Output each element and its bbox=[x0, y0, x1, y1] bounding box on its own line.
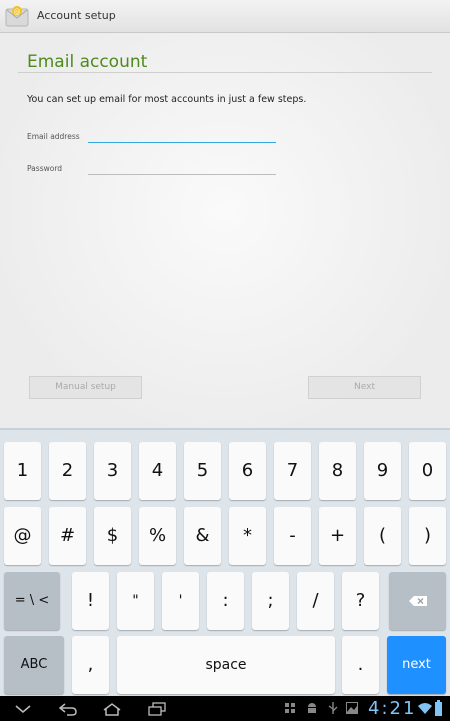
keyboard-hide-icon[interactable] bbox=[14, 704, 32, 714]
key-exclamation[interactable]: ! bbox=[72, 572, 109, 630]
email-app-icon[interactable]: @ bbox=[5, 5, 29, 27]
password-field[interactable] bbox=[88, 161, 276, 175]
key-9[interactable]: 9 bbox=[364, 442, 401, 500]
app-title: Account setup bbox=[37, 9, 116, 22]
back-icon[interactable] bbox=[57, 702, 79, 716]
key-0[interactable]: 0 bbox=[409, 442, 446, 500]
key-dollar[interactable]: $ bbox=[94, 507, 131, 565]
action-bar: @ Account setup bbox=[0, 0, 450, 33]
key-question[interactable]: ? bbox=[342, 572, 379, 630]
battery-icon bbox=[435, 700, 442, 716]
key-2[interactable]: 2 bbox=[49, 442, 86, 500]
key-asterisk[interactable]: * bbox=[229, 507, 266, 565]
key-slash[interactable]: / bbox=[297, 572, 334, 630]
manual-setup-button[interactable]: Manual setup bbox=[29, 376, 142, 399]
svg-text:@: @ bbox=[14, 8, 21, 16]
next-button[interactable]: Next bbox=[308, 376, 421, 399]
android-debug-icon bbox=[308, 703, 316, 713]
soft-keyboard: 1 2 3 4 5 6 7 8 9 0 @ # $ % & * - + ( ) … bbox=[0, 428, 450, 696]
alt-symbols-key[interactable]: = \ < bbox=[4, 572, 60, 630]
key-8[interactable]: 8 bbox=[319, 442, 356, 500]
key-minus[interactable]: - bbox=[274, 507, 311, 565]
recent-apps-icon[interactable] bbox=[147, 702, 167, 716]
email-field[interactable] bbox=[88, 129, 276, 143]
page-title: Email account bbox=[27, 52, 148, 72]
key-plus[interactable]: + bbox=[319, 507, 356, 565]
key-3[interactable]: 3 bbox=[94, 442, 131, 500]
key-7[interactable]: 7 bbox=[274, 442, 311, 500]
key-4[interactable]: 4 bbox=[139, 442, 176, 500]
key-open-paren[interactable]: ( bbox=[364, 507, 401, 565]
key-semicolon[interactable]: ; bbox=[252, 572, 289, 630]
key-apostrophe[interactable]: ' bbox=[162, 572, 199, 630]
key-1[interactable]: 1 bbox=[4, 442, 41, 500]
key-at[interactable]: @ bbox=[4, 507, 41, 565]
wifi-icon bbox=[418, 703, 432, 714]
key-percent[interactable]: % bbox=[139, 507, 176, 565]
key-ampersand[interactable]: & bbox=[184, 507, 221, 565]
system-nav-bar: 4:21 bbox=[0, 696, 450, 721]
status-clock: 4:21 bbox=[368, 698, 417, 719]
backspace-icon bbox=[408, 595, 427, 606]
space-key[interactable]: space bbox=[117, 636, 335, 694]
notification-grid-icon bbox=[285, 703, 295, 713]
heading-divider bbox=[18, 72, 432, 73]
key-5[interactable]: 5 bbox=[184, 442, 221, 500]
password-label: Password bbox=[27, 164, 63, 173]
image-notification-icon bbox=[346, 702, 358, 714]
key-close-paren[interactable]: ) bbox=[409, 507, 446, 565]
next-key[interactable]: next bbox=[387, 636, 446, 694]
usb-icon bbox=[328, 702, 338, 714]
email-label: Email address bbox=[27, 132, 80, 141]
key-6[interactable]: 6 bbox=[229, 442, 266, 500]
home-icon[interactable] bbox=[101, 702, 123, 716]
setup-form: Email account You can set up email for m… bbox=[0, 33, 450, 428]
abc-key[interactable]: ABC bbox=[4, 636, 64, 694]
intro-text: You can set up email for most accounts i… bbox=[27, 94, 307, 105]
backspace-key[interactable] bbox=[389, 572, 446, 630]
key-period[interactable]: . bbox=[342, 636, 379, 694]
key-hash[interactable]: # bbox=[49, 507, 86, 565]
key-colon[interactable]: : bbox=[207, 572, 244, 630]
key-double-quote[interactable]: " bbox=[117, 572, 154, 630]
key-comma[interactable]: , bbox=[72, 636, 109, 694]
